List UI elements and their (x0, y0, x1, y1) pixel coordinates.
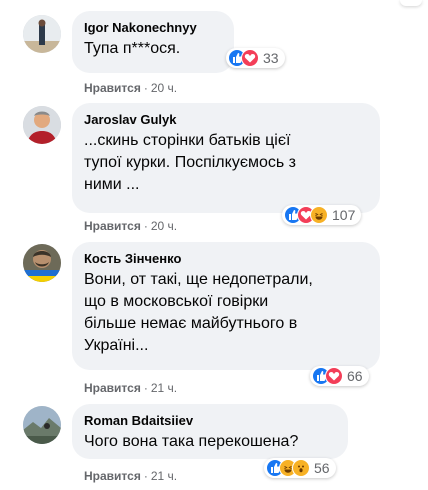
haha-icon (310, 206, 328, 224)
avatar[interactable] (23, 106, 61, 144)
comment-bubble: Roman Bdaitsiiev Чого вона така перекоше… (72, 404, 348, 459)
avatar[interactable] (23, 15, 61, 53)
reaction-summary[interactable]: 107 (282, 205, 362, 225)
comment-actions: Нравится · 20 ч. (84, 81, 178, 95)
timestamp[interactable]: 20 ч. (151, 219, 177, 233)
comment-actions: Нравится · 20 ч. (84, 219, 178, 233)
timestamp[interactable]: 20 ч. (151, 81, 177, 95)
comment-bubble: Igor Nakonechnyy Тупа п***ося. (72, 11, 234, 73)
comment-actions: Нравится · 21 ч. (84, 469, 178, 483)
comment-author[interactable]: Кость Зінченко (84, 250, 368, 267)
like-link[interactable]: Нравится (84, 469, 141, 483)
comment-text: Тупа п***ося. (84, 40, 181, 57)
reaction-summary[interactable]: 33 (226, 48, 285, 68)
reaction-count: 107 (332, 207, 356, 223)
avatar[interactable] (23, 244, 61, 282)
comment-bubble: Кость Зінченко Вони, от такі, ще недопет… (72, 242, 380, 370)
comment-author[interactable]: Igor Nakonechnyy (84, 19, 222, 36)
comment-text: Чого вона така перекошена? (84, 433, 299, 450)
comment-author[interactable]: Roman Bdaitsiiev (84, 412, 336, 429)
like-link[interactable]: Нравится (84, 381, 141, 395)
avatar[interactable] (23, 406, 61, 444)
comment-text: Вони, от такі, ще недопетрали, що в моск… (84, 271, 313, 354)
wow-icon (292, 459, 310, 477)
timestamp[interactable]: 21 ч. (151, 469, 177, 483)
reaction-summary[interactable]: 66 (310, 366, 369, 386)
timestamp[interactable]: 21 ч. (151, 381, 177, 395)
love-icon (325, 367, 343, 385)
reaction-count: 56 (314, 460, 330, 476)
comment-author[interactable]: Jaroslav Gulyk (84, 111, 368, 128)
reaction-count: 33 (263, 50, 279, 66)
reaction-summary[interactable]: 56 (264, 458, 336, 478)
reaction-count: 66 (347, 368, 363, 384)
comment-bubble: Jaroslav Gulyk ...скинь сторінки батьків… (72, 103, 380, 213)
comment-actions: Нравится · 21 ч. (84, 381, 178, 395)
love-icon (241, 49, 259, 67)
comment-text: ...скинь сторінки батьків цієї тупої кур… (84, 132, 296, 193)
like-link[interactable]: Нравится (84, 219, 141, 233)
like-link[interactable]: Нравится (84, 81, 141, 95)
previous-reactions-edge (400, 0, 422, 6)
